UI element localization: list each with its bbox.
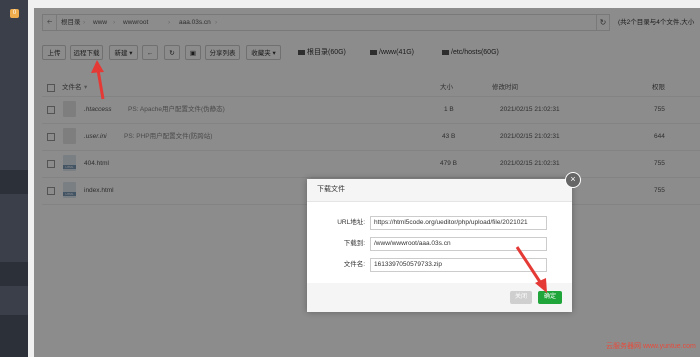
- arrow-to-remote-download: [91, 60, 105, 100]
- arrow-to-confirm-button: [515, 246, 547, 293]
- annotation-arrows: [91, 60, 547, 293]
- watermark: 云服务器网 www.yuntue.com: [606, 343, 696, 350]
